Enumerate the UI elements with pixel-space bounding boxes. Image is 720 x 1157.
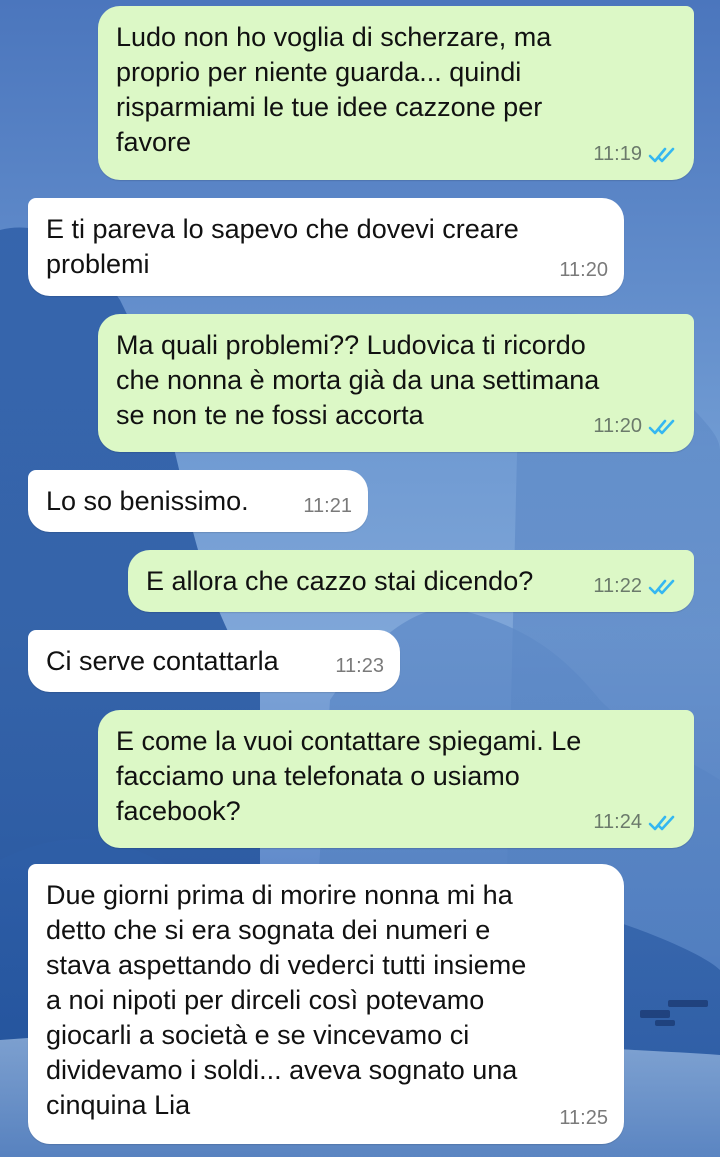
message-meta: 11:20 bbox=[593, 409, 678, 444]
message-time: 11:24 bbox=[593, 811, 642, 833]
message-text: E ti pareva lo sapevo che dovevi creare … bbox=[46, 214, 519, 279]
message-text: E come la vuoi contattare spiegami. Le f… bbox=[116, 726, 582, 826]
double-check-icon bbox=[648, 146, 678, 164]
double-check-icon bbox=[648, 418, 678, 436]
message-bubble-outgoing[interactable]: Ludo non ho voglia di scherzare, ma prop… bbox=[98, 6, 694, 180]
message-meta: 11:25 bbox=[559, 1101, 608, 1136]
message-meta: 11:19 bbox=[593, 137, 678, 172]
message-time: 11:25 bbox=[559, 1107, 608, 1129]
message-meta: 11:22 bbox=[593, 569, 678, 604]
message-bubble-outgoing[interactable]: E allora che cazzo stai dicendo? 11:22 bbox=[128, 550, 694, 612]
double-check-icon bbox=[648, 578, 678, 596]
double-check-icon bbox=[648, 814, 678, 832]
message-bubble-incoming[interactable]: E ti pareva lo sapevo che dovevi creare … bbox=[28, 198, 624, 296]
message-meta: 11:24 bbox=[593, 805, 678, 840]
message-time: 11:21 bbox=[303, 495, 352, 517]
message-text: Ci serve contattarla bbox=[46, 646, 279, 676]
message-time: 11:20 bbox=[559, 259, 608, 281]
message-text: Due giorni prima di morire nonna mi ha d… bbox=[46, 880, 527, 1120]
message-meta: 11:21 bbox=[303, 489, 352, 524]
message-time: 11:20 bbox=[593, 415, 642, 437]
message-bubble-incoming[interactable]: Due giorni prima di morire nonna mi ha d… bbox=[28, 864, 624, 1144]
message-meta: 11:23 bbox=[335, 649, 384, 684]
message-bubble-incoming[interactable]: Lo so benissimo. 11:21 bbox=[28, 470, 368, 532]
message-time: 11:19 bbox=[593, 143, 642, 165]
message-bubble-outgoing[interactable]: E come la vuoi contattare spiegami. Le f… bbox=[98, 710, 694, 848]
message-text: Ma quali problemi?? Ludovica ti ricordo … bbox=[116, 330, 600, 430]
message-meta: 11:20 bbox=[559, 253, 608, 288]
message-bubble-incoming[interactable]: Ci serve contattarla 11:23 bbox=[28, 630, 400, 692]
message-bubble-outgoing[interactable]: Ma quali problemi?? Ludovica ti ricordo … bbox=[98, 314, 694, 452]
chat-thread: Ludo non ho voglia di scherzare, ma prop… bbox=[0, 0, 720, 1157]
message-time: 11:23 bbox=[335, 655, 384, 677]
message-text: Ludo non ho voglia di scherzare, ma prop… bbox=[116, 22, 552, 157]
message-time: 11:22 bbox=[593, 575, 642, 597]
